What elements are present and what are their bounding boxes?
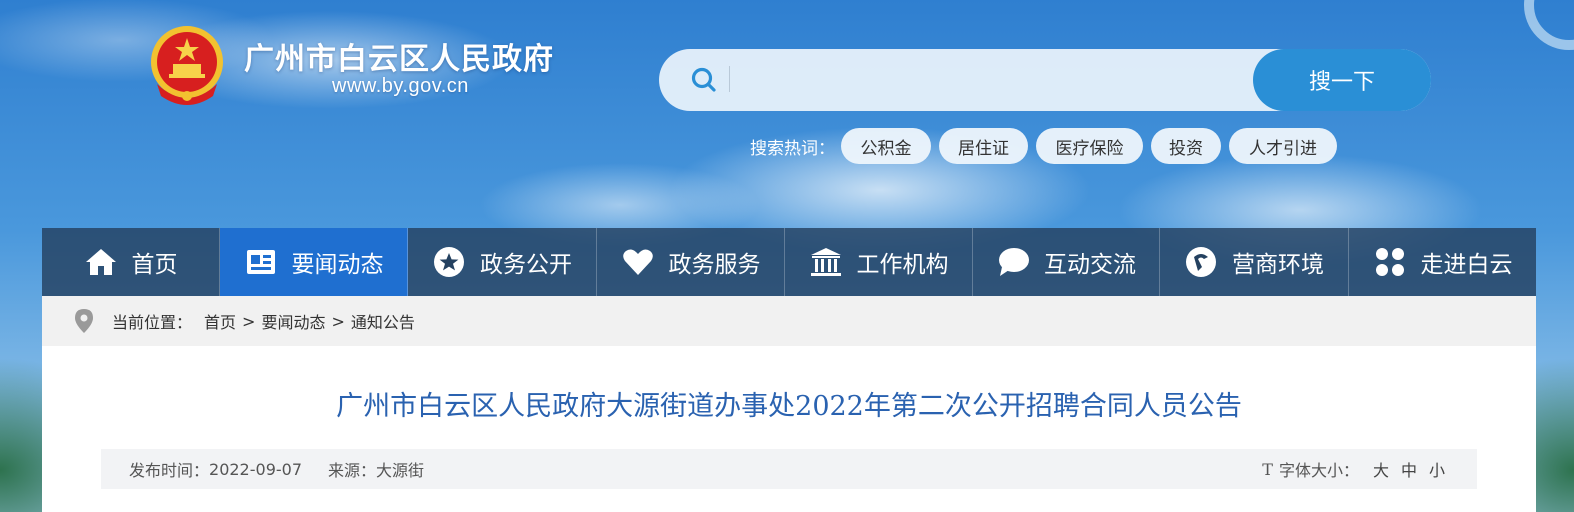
breadcrumb-separator: >: [242, 311, 256, 331]
article-title: 广州市白云区人民政府大源街道办事处2022年第二次公开招聘合同人员公告: [336, 391, 1242, 422]
font-size-control: T 字体大小： 大 中 小: [1262, 457, 1445, 481]
hot-tag-residence-permit[interactable]: 居住证: [939, 128, 1028, 164]
chat-icon: [999, 248, 1029, 276]
site-url[interactable]: www.by.gov.cn: [332, 75, 469, 98]
business-icon: [1186, 247, 1216, 277]
breadcrumb-notices[interactable]: 通知公告: [351, 309, 415, 333]
nav-item-news[interactable]: 要闻动态: [220, 228, 408, 296]
star-icon: [434, 247, 464, 277]
nav-item-label: 营商环境: [1232, 252, 1324, 278]
article-container: 广州市白云区人民政府大源街道办事处2022年第二次公开招聘合同人员公告 发布时间…: [42, 346, 1536, 512]
hot-tag-housing-fund[interactable]: 公积金: [841, 128, 931, 164]
hot-words-label: 搜索热词：: [750, 139, 835, 159]
breadcrumb-label: 当前位置：: [112, 313, 193, 332]
building-icon: [810, 248, 841, 276]
publish-date: 2022-09-07: [209, 459, 302, 479]
search-icon: [691, 67, 716, 92]
nav-item-label: 走进白云: [1420, 252, 1513, 278]
publish-time-label: 发布时间：: [129, 461, 210, 480]
nav-item-business[interactable]: 营商环境: [1160, 228, 1349, 296]
news-icon: [246, 250, 275, 274]
font-size-medium[interactable]: 中: [1401, 457, 1417, 481]
hot-tag-talent[interactable]: 人才引进: [1229, 128, 1337, 164]
source-value: 大源街: [376, 461, 425, 480]
nav-item-label: 首页: [131, 252, 178, 278]
clover-icon: [1375, 248, 1404, 276]
nav-item-interaction[interactable]: 互动交流: [973, 228, 1160, 296]
breadcrumb-news[interactable]: 要闻动态: [261, 309, 325, 333]
search-divider: [729, 66, 730, 92]
font-size-icon: T: [1262, 459, 1273, 479]
search-button[interactable]: 搜一下: [1253, 49, 1431, 111]
nav-item-gov-service[interactable]: 政务服务: [597, 228, 785, 296]
location-pin-icon: [75, 309, 93, 333]
breadcrumb-home[interactable]: 首页: [204, 309, 236, 333]
breadcrumb-separator: >: [331, 311, 345, 331]
font-size-large[interactable]: 大: [1373, 457, 1389, 481]
nav-item-gov-affairs[interactable]: 政务公开: [408, 228, 597, 296]
nav-item-institutions[interactable]: 工作机构: [785, 228, 973, 296]
source-label: 来源：: [328, 461, 377, 480]
home-icon: [85, 249, 116, 275]
main-nav: 首页 要闻动态 政务公开 政务服务 工作机构 互动交流 营商环境 走进白云: [42, 228, 1536, 296]
nav-item-label: 政务公开: [480, 252, 572, 278]
font-size-small[interactable]: 小: [1429, 457, 1445, 481]
nav-item-label: 要闻动态: [291, 252, 384, 278]
hot-tag-medical-insurance[interactable]: 医疗保险: [1036, 128, 1143, 164]
search-input[interactable]: [740, 56, 1240, 104]
breadcrumb: 当前位置： 首页 > 要闻动态 > 通知公告: [42, 296, 1536, 346]
site-title[interactable]: 广州市白云区人民政府: [244, 34, 554, 78]
nav-item-label: 政务服务: [668, 252, 761, 278]
heart-icon: [622, 249, 653, 275]
nav-item-home[interactable]: 首页: [42, 228, 220, 296]
font-size-label: 字体大小：: [1278, 461, 1359, 480]
national-emblem-icon: [151, 26, 223, 105]
nav-item-about-baiyun[interactable]: 走进白云: [1349, 228, 1536, 296]
article-meta-bar: 发布时间： 2022-09-07 来源： 大源街 T 字体大小： 大 中 小: [101, 449, 1477, 489]
nav-item-label: 工作机构: [856, 252, 949, 278]
nav-item-label: 互动交流: [1044, 252, 1136, 278]
hot-tag-investment[interactable]: 投资: [1151, 128, 1221, 164]
